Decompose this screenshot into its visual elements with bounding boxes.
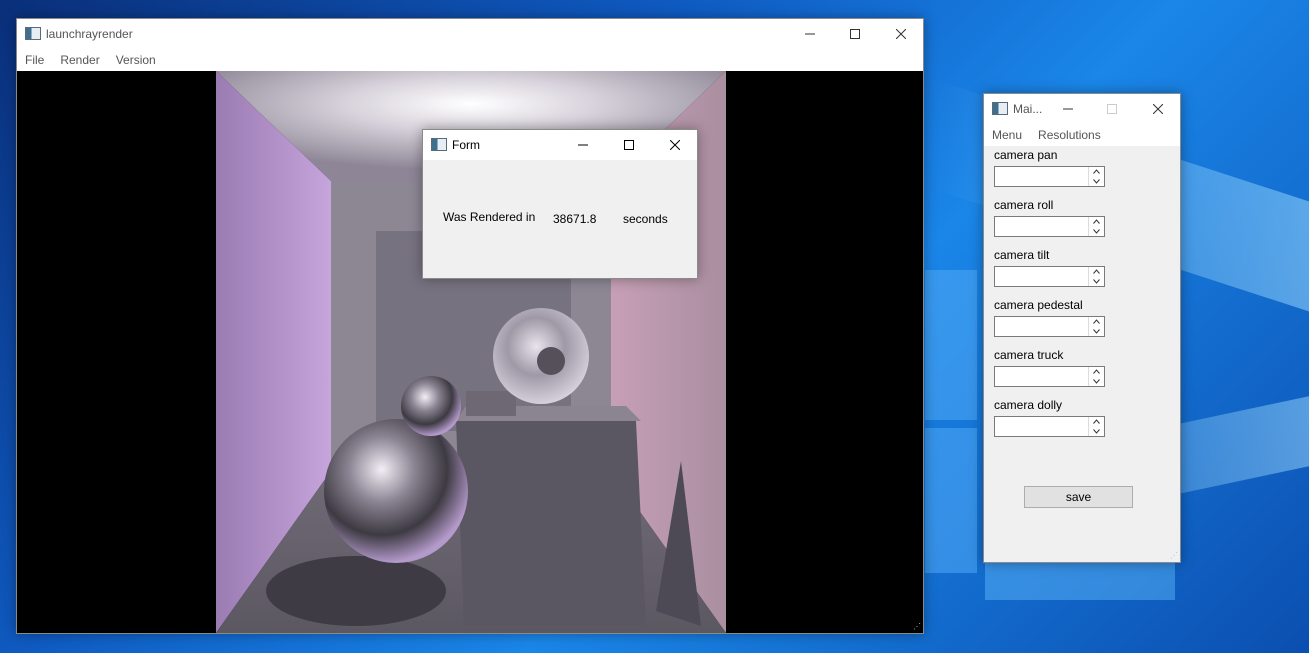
spin-arrows[interactable] — [1088, 217, 1104, 236]
close-icon — [896, 29, 906, 39]
chevron-up-icon[interactable] — [1089, 217, 1104, 226]
maximize-button — [1094, 94, 1130, 124]
app-window-icon — [992, 102, 1008, 115]
camera-pan-input[interactable] — [995, 167, 1087, 186]
close-button[interactable] — [1140, 94, 1176, 124]
minimize-icon — [578, 144, 588, 146]
rendered-in-label: Was Rendered in — [443, 210, 536, 224]
camera-truck-label: camera truck — [994, 348, 1064, 362]
camera-dolly-input[interactable] — [995, 417, 1087, 436]
minimize-icon — [805, 33, 815, 35]
camera-roll-label: camera roll — [994, 198, 1054, 212]
camera-tilt-input[interactable] — [995, 267, 1087, 286]
minimize-button[interactable] — [787, 19, 833, 49]
side-window-titlebar[interactable]: Mai... — [984, 94, 1180, 124]
chevron-down-icon[interactable] — [1089, 377, 1104, 386]
camera-pan-label: camera pan — [994, 148, 1058, 162]
maximize-button[interactable] — [606, 130, 652, 160]
form-dialog-titlebar[interactable]: Form — [423, 130, 697, 160]
chevron-up-icon[interactable] — [1089, 367, 1104, 376]
menu-menu[interactable]: Menu — [984, 128, 1030, 142]
resize-grip-icon[interactable]: ⋰ — [913, 623, 921, 631]
camera-truck-spinbox[interactable] — [994, 366, 1105, 387]
wallpaper-window-pane — [985, 560, 1175, 600]
form-dialog: Form Was Rendered in 38671.8 seconds — [422, 129, 698, 279]
minimize-icon — [1063, 108, 1073, 110]
maximize-icon — [1107, 104, 1117, 114]
spin-arrows[interactable] — [1088, 267, 1104, 286]
camera-tilt-spinbox[interactable] — [994, 266, 1105, 287]
camera-roll-spinbox[interactable] — [994, 216, 1105, 237]
main-menubar: File Render Version — [17, 49, 923, 71]
spin-arrows[interactable] — [1088, 317, 1104, 336]
menu-file[interactable]: File — [17, 53, 52, 67]
dialog-title: Form — [452, 138, 480, 152]
camera-pan-spinbox[interactable] — [994, 166, 1105, 187]
wallpaper-window-pane — [925, 270, 977, 420]
spin-arrows[interactable] — [1088, 367, 1104, 386]
main-window-titlebar[interactable]: launchrayrender — [17, 19, 923, 49]
close-button[interactable] — [652, 130, 698, 160]
render-time-unit: seconds — [623, 212, 668, 226]
camera-dolly-spinbox[interactable] — [994, 416, 1105, 437]
close-button[interactable] — [878, 19, 924, 49]
camera-pedestal-label: camera pedestal — [994, 298, 1083, 312]
window-title: launchrayrender — [46, 27, 133, 41]
chevron-down-icon[interactable] — [1089, 277, 1104, 286]
minimize-button[interactable] — [560, 130, 606, 160]
camera-tilt-label: camera tilt — [994, 248, 1050, 262]
minimize-button[interactable] — [1050, 94, 1086, 124]
chevron-up-icon[interactable] — [1089, 417, 1104, 426]
resize-grip-icon[interactable]: ⋰ — [1170, 552, 1178, 560]
maximize-icon — [850, 29, 860, 39]
chevron-down-icon[interactable] — [1089, 177, 1104, 186]
camera-pedestal-spinbox[interactable] — [994, 316, 1105, 337]
chevron-up-icon[interactable] — [1089, 167, 1104, 176]
close-icon — [670, 140, 680, 150]
spin-arrows[interactable] — [1088, 417, 1104, 436]
chevron-down-icon[interactable] — [1089, 327, 1104, 336]
menu-resolutions[interactable]: Resolutions — [1030, 128, 1109, 142]
menu-version[interactable]: Version — [108, 53, 164, 67]
chevron-down-icon[interactable] — [1089, 427, 1104, 436]
camera-pedestal-input[interactable] — [995, 317, 1087, 336]
app-window-icon — [25, 27, 41, 40]
close-icon — [1153, 104, 1163, 114]
window-title: Mai... — [1013, 102, 1043, 116]
chevron-up-icon[interactable] — [1089, 317, 1104, 326]
camera-dolly-label: camera dolly — [994, 398, 1063, 412]
spin-arrows[interactable] — [1088, 167, 1104, 186]
maximize-icon — [624, 140, 634, 150]
wallpaper-window-pane — [925, 428, 977, 573]
camera-roll-input[interactable] — [995, 217, 1087, 236]
chevron-up-icon[interactable] — [1089, 267, 1104, 276]
save-button[interactable]: save — [1024, 486, 1133, 508]
render-time-value: 38671.8 — [553, 212, 597, 226]
menu-render[interactable]: Render — [52, 53, 107, 67]
main-window: launchrayrender File Render Version ⋰ — [16, 18, 924, 634]
side-menubar: Menu Resolutions — [984, 124, 1180, 146]
camera-settings-window: Mai... Menu Resolutions camera pan camer… — [983, 93, 1181, 563]
app-window-icon — [431, 138, 447, 151]
camera-truck-input[interactable] — [995, 367, 1087, 386]
maximize-button[interactable] — [832, 19, 878, 49]
chevron-down-icon[interactable] — [1089, 227, 1104, 236]
